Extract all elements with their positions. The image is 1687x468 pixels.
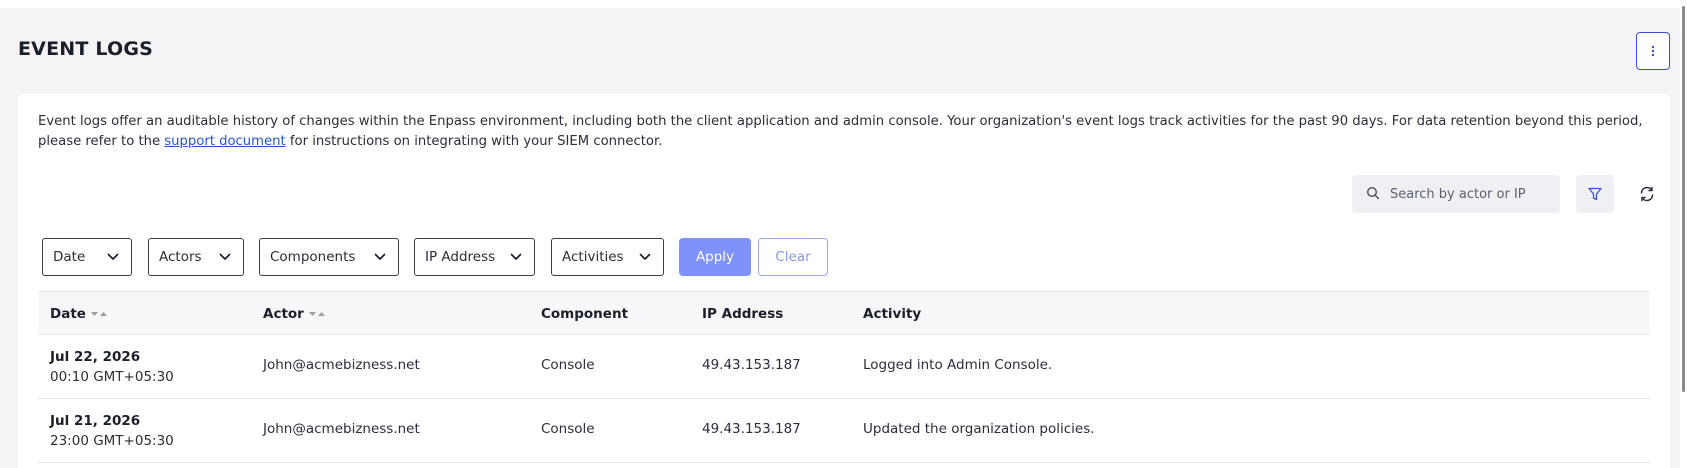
chevron-down-icon: [374, 253, 386, 261]
refresh-icon: [1640, 186, 1654, 202]
column-header-activity: Activity: [863, 306, 922, 322]
filter-button[interactable]: [1576, 175, 1614, 213]
sort-icon[interactable]: [308, 310, 326, 318]
activities-dropdown-label: Activities: [562, 249, 624, 265]
filter-icon: [1588, 187, 1602, 201]
more-vertical-icon: [1651, 45, 1655, 57]
components-dropdown[interactable]: Components: [259, 238, 399, 276]
more-options-button[interactable]: [1636, 32, 1670, 70]
actors-dropdown[interactable]: Actors: [148, 238, 244, 276]
page-header: EVENT LOGS: [0, 8, 1680, 93]
row-activity: Logged into Admin Console.: [863, 357, 1053, 373]
chevron-down-icon: [107, 253, 119, 261]
row-ip: 49.43.153.187: [702, 421, 801, 437]
row-date-cell: Jul 21, 2026 23:00 GMT+05:30: [50, 411, 174, 451]
column-header-date[interactable]: Date: [50, 306, 108, 322]
apply-button[interactable]: Apply: [679, 238, 751, 276]
event-logs-card: Event logs offer an auditable history of…: [18, 94, 1670, 468]
row-activity: Updated the organization policies.: [863, 421, 1095, 437]
search-box[interactable]: [1352, 175, 1560, 213]
refresh-button[interactable]: [1632, 179, 1662, 209]
row-time: 00:10 GMT+05:30: [50, 369, 174, 385]
table-header: Date Actor Component IP Address Activity: [38, 291, 1650, 335]
date-dropdown[interactable]: Date: [42, 238, 132, 276]
row-component: Console: [541, 421, 595, 437]
components-dropdown-label: Components: [270, 249, 356, 265]
row-component: Console: [541, 357, 595, 373]
row-date: Jul 21, 2026: [50, 413, 141, 429]
chevron-down-icon: [510, 253, 522, 261]
date-dropdown-label: Date: [53, 249, 86, 265]
actors-dropdown-label: Actors: [159, 249, 202, 265]
support-document-link[interactable]: support document: [164, 134, 285, 149]
row-ip: 49.43.153.187: [702, 357, 801, 373]
search-input[interactable]: [1390, 175, 1554, 213]
column-header-actor[interactable]: Actor: [263, 306, 326, 322]
chevron-down-icon: [639, 253, 651, 261]
column-header-date-label: Date: [50, 306, 86, 322]
column-header-ip: IP Address: [702, 306, 784, 322]
description-text: Event logs offer an auditable history of…: [38, 112, 1668, 152]
ip-address-dropdown-label: IP Address: [425, 249, 496, 265]
top-strip: [0, 0, 1687, 8]
row-actor: John@acmebizness.net: [263, 421, 420, 437]
scrollbar-thumb[interactable]: [1682, 6, 1685, 392]
row-actor: John@acmebizness.net: [263, 357, 420, 373]
ip-address-dropdown[interactable]: IP Address: [414, 238, 535, 276]
column-header-actor-label: Actor: [263, 306, 304, 322]
clear-button[interactable]: Clear: [758, 238, 828, 276]
chevron-down-icon: [219, 253, 231, 261]
search-icon: [1366, 186, 1380, 200]
sort-icon[interactable]: [90, 310, 108, 318]
activities-dropdown[interactable]: Activities: [551, 238, 664, 276]
row-time: 23:00 GMT+05:30: [50, 433, 174, 449]
column-header-component: Component: [541, 306, 629, 322]
description-after-link: for instructions on integrating with you…: [285, 134, 663, 149]
table-row[interactable]: Jul 22, 2026 00:10 GMT+05:30 John@acmebi…: [38, 335, 1650, 399]
event-logs-table: Date Actor Component IP Address Activity…: [38, 291, 1650, 463]
row-date-cell: Jul 22, 2026 00:10 GMT+05:30: [50, 347, 174, 387]
table-row[interactable]: Jul 21, 2026 23:00 GMT+05:30 John@acmebi…: [38, 399, 1650, 463]
row-date: Jul 22, 2026: [50, 349, 141, 365]
page-title: EVENT LOGS: [18, 38, 153, 60]
